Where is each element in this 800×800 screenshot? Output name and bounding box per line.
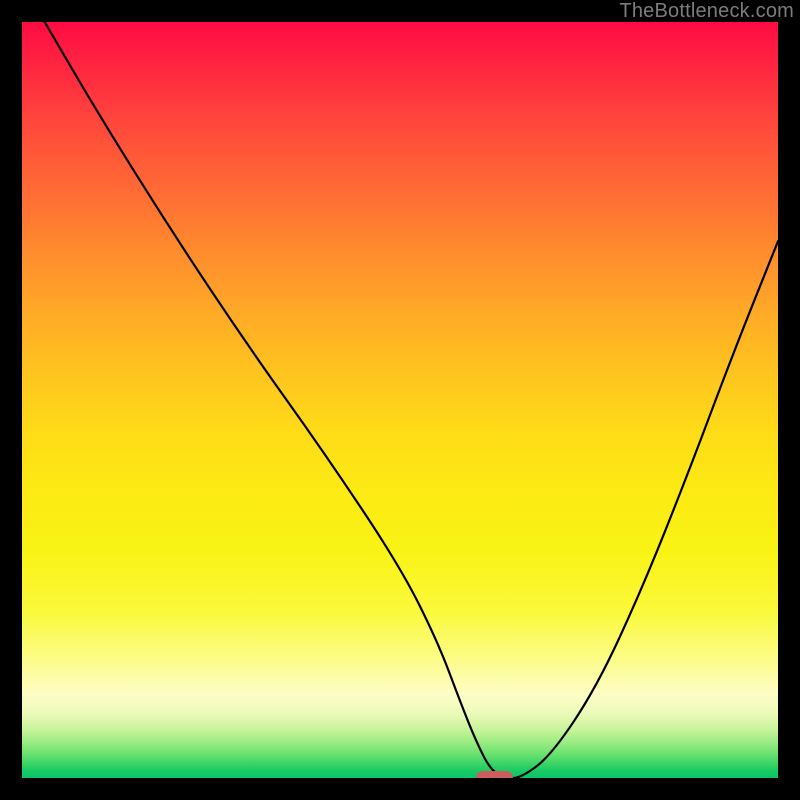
plot-area [22, 22, 778, 778]
bottleneck-curve [22, 22, 778, 778]
chart-frame: TheBottleneck.com [0, 0, 800, 800]
watermark-text: TheBottleneck.com [619, 0, 794, 23]
minimum-marker [476, 771, 514, 778]
